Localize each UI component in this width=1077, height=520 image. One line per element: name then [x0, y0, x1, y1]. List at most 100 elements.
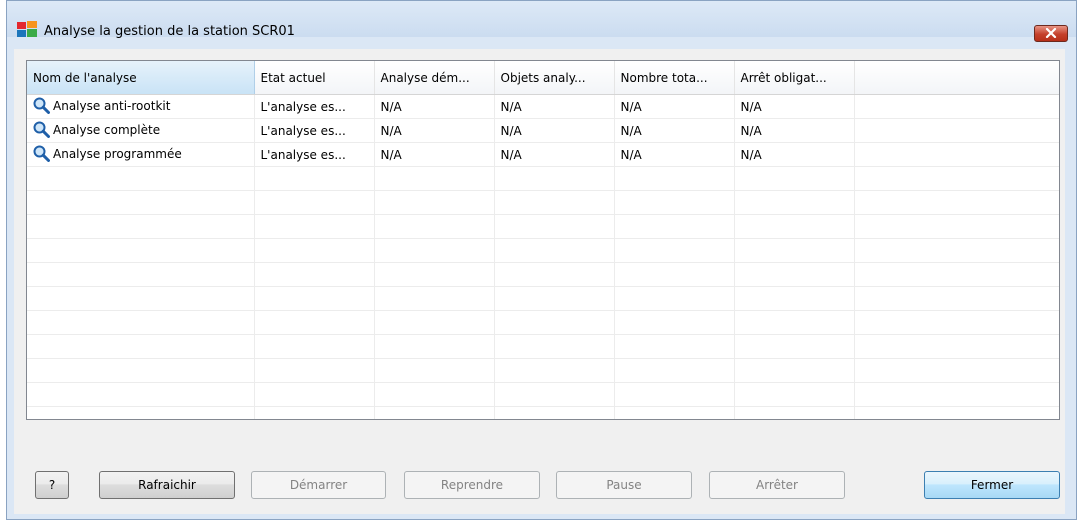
magnifier-icon	[33, 97, 50, 117]
empty-table-row	[27, 382, 1059, 407]
total-count-cell	[614, 406, 735, 419]
current-state-cell: L'analyse es...	[254, 142, 375, 167]
scan-started-cell: N/A	[374, 118, 495, 143]
scan-started-cell	[374, 358, 495, 383]
filler-cell	[854, 190, 1059, 215]
filler-cell	[854, 142, 1059, 167]
total-count-cell	[614, 262, 735, 287]
scan-started-cell	[374, 166, 495, 191]
column-header-objects-scanned[interactable]: Objets analy...	[494, 61, 615, 95]
scan-name-cell	[27, 310, 255, 335]
cell-text: Analyse complète	[53, 122, 161, 137]
total-count-cell	[614, 166, 735, 191]
table-header-row: Nom de l'analyse Etat actuel Analyse dém…	[27, 61, 1059, 95]
scan-started-cell	[374, 214, 495, 239]
close-icon	[1045, 27, 1057, 41]
current-state-cell	[254, 190, 375, 215]
stop-button[interactable]: Arrêter	[709, 471, 845, 499]
scan-name-cell	[27, 334, 255, 359]
filler-cell	[854, 334, 1059, 359]
forced-stop-cell: N/A	[734, 118, 855, 143]
filler-cell	[854, 286, 1059, 311]
title-bar[interactable]: Analyse la gestion de la station SCR01	[7, 1, 1076, 42]
scan-name-cell	[27, 382, 255, 407]
forced-stop-cell	[734, 286, 855, 311]
objects-scanned-cell: N/A	[494, 142, 615, 167]
cell-text: L'analyse es...	[260, 123, 346, 138]
scan-name-cell: Analyse anti-rootkit	[27, 94, 255, 119]
column-header-forced-stop[interactable]: Arrêt obligat...	[734, 61, 855, 95]
scan-name-cell	[27, 238, 255, 263]
scan-name-cell	[27, 190, 255, 215]
resume-button[interactable]: Reprendre	[404, 471, 540, 499]
scan-list: Nom de l'analyse Etat actuel Analyse dém…	[26, 60, 1060, 420]
current-state-cell: L'analyse es...	[254, 94, 375, 119]
objects-scanned-cell	[494, 358, 615, 383]
cell-text: N/A	[740, 99, 762, 114]
forced-stop-cell	[734, 238, 855, 263]
cell-text: L'analyse es...	[260, 147, 346, 162]
forced-stop-cell	[734, 334, 855, 359]
refresh-button[interactable]: Rafraichir	[99, 471, 235, 499]
current-state-cell	[254, 358, 375, 383]
empty-table-row	[27, 286, 1059, 311]
forced-stop-cell: N/A	[734, 142, 855, 167]
total-count-cell	[614, 382, 735, 407]
start-button[interactable]: Démarrer	[251, 471, 386, 499]
objects-scanned-cell	[494, 406, 615, 419]
forced-stop-cell	[734, 310, 855, 335]
filler-cell	[854, 118, 1059, 143]
scan-started-cell	[374, 286, 495, 311]
total-count-cell: N/A	[614, 94, 735, 119]
cell-text: L'analyse es...	[260, 99, 346, 114]
objects-scanned-cell: N/A	[494, 94, 615, 119]
scan-name-cell	[27, 166, 255, 191]
empty-table-row	[27, 166, 1059, 191]
objects-scanned-cell	[494, 286, 615, 311]
cell-text: N/A	[620, 147, 642, 162]
magnifier-icon	[33, 145, 50, 165]
magnifier-icon	[33, 121, 50, 141]
scan-name-cell	[27, 406, 255, 419]
filler-cell	[854, 238, 1059, 263]
cell-text: Analyse programmée	[53, 146, 182, 161]
avg-logo-icon	[17, 21, 37, 37]
column-header-current-state[interactable]: Etat actuel	[254, 61, 375, 95]
table-row[interactable]: Analyse programmée L'analyse es... N/A N/A N…	[27, 142, 1059, 167]
empty-table-row	[27, 190, 1059, 215]
close-button[interactable]: Fermer	[924, 471, 1060, 499]
total-count-cell: N/A	[614, 142, 735, 167]
scan-started-cell: N/A	[374, 142, 495, 167]
forced-stop-cell	[734, 190, 855, 215]
scan-name-cell: Analyse programmée	[27, 142, 255, 167]
current-state-cell	[254, 214, 375, 239]
total-count-cell: N/A	[614, 118, 735, 143]
pause-button[interactable]: Pause	[556, 471, 692, 499]
scan-name-cell	[27, 214, 255, 239]
cell-text: N/A	[740, 123, 762, 138]
objects-scanned-cell	[494, 190, 615, 215]
filler-cell	[854, 310, 1059, 335]
filler-cell	[854, 94, 1059, 119]
forced-stop-cell: N/A	[734, 94, 855, 119]
scan-name-cell	[27, 262, 255, 287]
empty-table-row	[27, 310, 1059, 335]
column-header-scan-started[interactable]: Analyse dém...	[374, 61, 495, 95]
current-state-cell	[254, 166, 375, 191]
cell-text: N/A	[380, 123, 402, 138]
empty-table-row	[27, 406, 1059, 419]
help-button[interactable]: ?	[35, 471, 69, 499]
scan-name-cell	[27, 286, 255, 311]
scan-started-cell	[374, 334, 495, 359]
table-row[interactable]: Analyse complète L'analyse es... N/A N/A N/A…	[27, 118, 1059, 143]
objects-scanned-cell	[494, 262, 615, 287]
scan-started-cell	[374, 310, 495, 335]
column-header-total-count[interactable]: Nombre tota...	[614, 61, 735, 95]
scan-started-cell	[374, 382, 495, 407]
column-header-scan-name[interactable]: Nom de l'analyse	[27, 61, 255, 95]
window-close-button[interactable]	[1034, 25, 1068, 42]
current-state-cell	[254, 334, 375, 359]
filler-cell	[854, 214, 1059, 239]
table-row[interactable]: Analyse anti-rootkit L'analyse es... N/A N/…	[27, 94, 1059, 119]
forced-stop-cell	[734, 214, 855, 239]
